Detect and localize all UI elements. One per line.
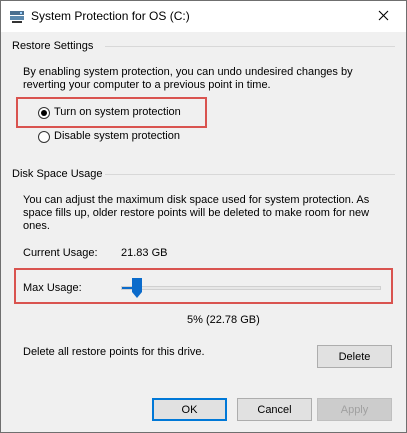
current-usage-value: 21.83 GB (121, 247, 168, 259)
system-protection-icon (9, 10, 25, 24)
max-usage-value: 5% (22.78 GB) (187, 314, 260, 326)
title-bar: System Protection for OS (C:) (1, 1, 406, 32)
divider (105, 174, 395, 175)
disk-space-usage-heading: Disk Space Usage (12, 168, 103, 180)
max-usage-slider-track[interactable] (121, 286, 381, 290)
max-usage-label: Max Usage: (23, 282, 82, 294)
turn-on-protection-radio[interactable] (38, 107, 50, 119)
ok-button[interactable]: OK (152, 398, 227, 421)
close-button[interactable] (360, 1, 406, 32)
max-usage-slider-thumb[interactable] (132, 278, 142, 298)
cancel-button[interactable]: Cancel (237, 398, 312, 421)
delete-button[interactable]: Delete (317, 345, 392, 368)
system-protection-dialog: System Protection for OS (C:) Restore Se… (0, 0, 407, 433)
disable-protection-label[interactable]: Disable system protection (54, 130, 180, 143)
divider (105, 46, 395, 47)
delete-restore-points-text: Delete all restore points for this drive… (23, 346, 205, 358)
turn-on-protection-label[interactable]: Turn on system protection (54, 106, 181, 119)
radio-selected-dot (41, 110, 47, 116)
apply-button[interactable]: Apply (317, 398, 392, 421)
close-icon (378, 10, 389, 24)
disk-space-description: You can adjust the maximum disk space us… (23, 194, 370, 232)
restore-settings-description: By enabling system protection, you can u… (23, 66, 353, 91)
restore-settings-heading: Restore Settings (12, 40, 94, 52)
window-title: System Protection for OS (C:) (31, 9, 190, 23)
current-usage-label: Current Usage: (23, 247, 98, 259)
disable-protection-radio[interactable] (38, 131, 50, 143)
